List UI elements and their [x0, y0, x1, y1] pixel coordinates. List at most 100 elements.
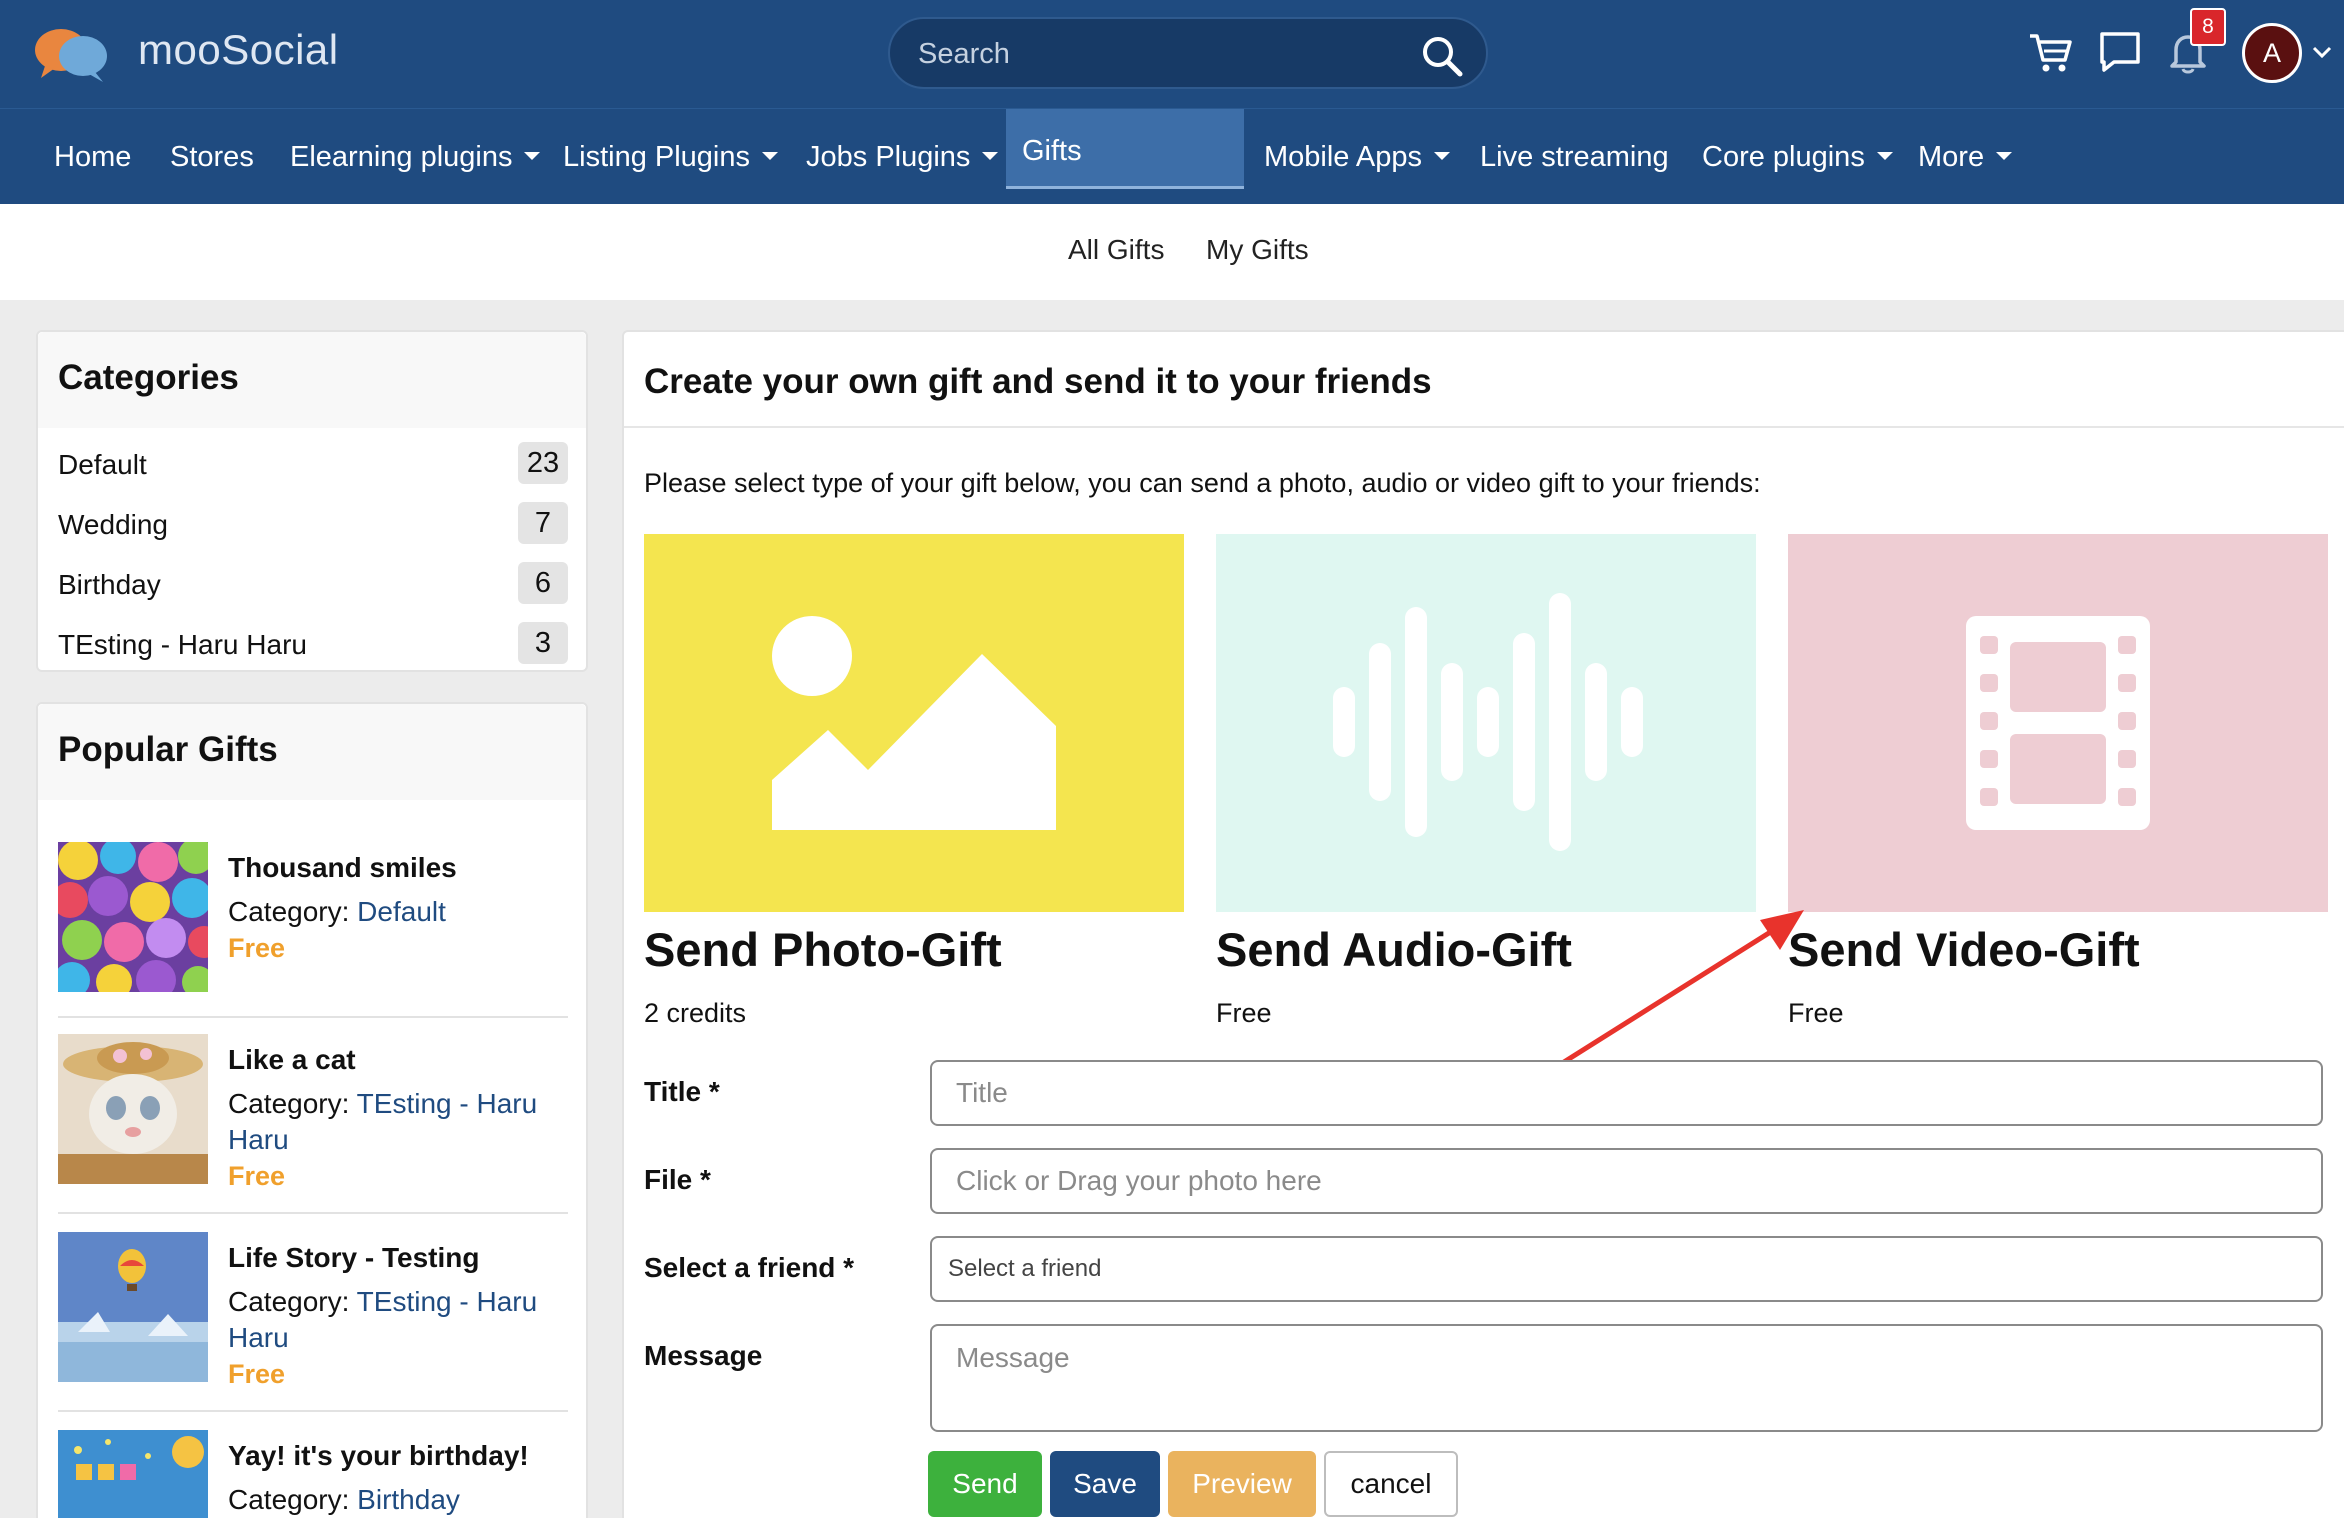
gift-category-link[interactable]: Birthday: [357, 1484, 460, 1515]
annotation-arrow-icon: [1561, 910, 1804, 1065]
page-title: Create your own gift and send it to your…: [644, 362, 1432, 401]
title-field[interactable]: [930, 1060, 2323, 1126]
gifts-subnav: All Gifts My Gifts: [0, 204, 2344, 300]
send-button[interactable]: Send: [928, 1451, 1042, 1517]
nav-item-live-streaming[interactable]: Live streaming: [1480, 109, 1669, 205]
nav-item-gifts[interactable]: Gifts: [1006, 109, 1244, 189]
caret-down-icon: [524, 152, 541, 161]
avatar[interactable]: A: [2242, 23, 2302, 83]
video-gift-title[interactable]: Send Video-Gift: [1788, 922, 2140, 977]
divider: [58, 1016, 568, 1018]
nav-item-core-plugins[interactable]: Core plugins: [1702, 109, 1893, 205]
gift-name[interactable]: Thousand smiles: [228, 852, 457, 884]
gift-category-label: Category:: [228, 1286, 357, 1317]
gift-name[interactable]: Yay! it's your birthday!: [228, 1440, 529, 1472]
message-label: Message: [644, 1340, 763, 1371]
gift-category: Category: TEsting - Haru Haru Free: [228, 1284, 568, 1392]
nav-item-stores[interactable]: Stores: [170, 109, 254, 205]
gift-name[interactable]: Life Story - Testing: [228, 1242, 480, 1274]
gift-list-item[interactable]: Thousand smiles Category: Default Free: [58, 842, 568, 992]
caret-down-icon: [1434, 152, 1450, 161]
gift-thumbnail[interactable]: [58, 1430, 208, 1518]
brand-name[interactable]: mooSocial: [138, 26, 339, 74]
gift-category-label: Category:: [228, 1484, 358, 1515]
nav-item-more[interactable]: More: [1918, 109, 2013, 205]
category-item[interactable]: Wedding 7: [58, 502, 568, 552]
cancel-button[interactable]: cancel: [1324, 1451, 1458, 1517]
file-label: File *: [644, 1164, 711, 1195]
gift-category: Category: Birthday: [228, 1482, 568, 1518]
category-item[interactable]: TEsting - Haru Haru 3: [58, 622, 568, 672]
category-count: 23: [518, 442, 568, 484]
nav-item-listing[interactable]: Listing Plugins: [563, 109, 778, 205]
message-field[interactable]: [930, 1324, 2323, 1432]
gift-category-link[interactable]: Default: [357, 896, 446, 927]
main-nav: Home Stores Elearning plugins Listing Pl…: [0, 108, 2344, 204]
caret-down-icon: [982, 152, 999, 161]
gift-name[interactable]: Like a cat: [228, 1044, 356, 1076]
gift-category: Category: Default Free: [228, 894, 568, 966]
nav-item-label: Jobs Plugins: [806, 141, 971, 173]
category-name[interactable]: Default: [58, 449, 147, 481]
gift-thumbnail[interactable]: [58, 842, 208, 992]
gift-list-item[interactable]: Yay! it's your birthday! Category: Birth…: [58, 1430, 568, 1518]
tab-my-gifts[interactable]: My Gifts: [1206, 234, 1309, 266]
popular-gifts-header: Popular Gifts: [38, 704, 586, 800]
nav-item-elearning[interactable]: Elearning plugins: [290, 109, 541, 205]
gift-type-instructions: Please select type of your gift below, y…: [644, 468, 1761, 498]
category-count: 7: [518, 502, 568, 544]
file-dropzone[interactable]: [930, 1148, 2323, 1214]
photo-gift-tile[interactable]: [644, 534, 1184, 912]
search-input[interactable]: [918, 33, 1398, 75]
nav-item-home[interactable]: Home: [54, 109, 131, 205]
gift-list-item[interactable]: Like a cat Category: TEsting - Haru Haru…: [58, 1034, 568, 1194]
gift-price: Free: [228, 1359, 286, 1389]
gift-thumbnail[interactable]: [58, 1034, 208, 1184]
divider: [58, 1212, 568, 1214]
nav-item-label: Live streaming: [1480, 141, 1669, 173]
preview-button[interactable]: Preview: [1168, 1451, 1316, 1517]
chat-icon[interactable]: [2094, 26, 2146, 78]
divider: [58, 1410, 568, 1412]
category-name[interactable]: TEsting - Haru Haru: [58, 629, 307, 661]
nav-item-label: Listing Plugins: [563, 141, 750, 173]
cart-icon[interactable]: [2024, 26, 2076, 78]
category-name[interactable]: Wedding: [58, 509, 168, 541]
create-gift-header: Create your own gift and send it to your…: [624, 332, 2344, 428]
category-item[interactable]: Birthday 6: [58, 562, 568, 612]
gift-thumbnail[interactable]: [58, 1232, 208, 1382]
audio-gift-tile[interactable]: [1216, 534, 1756, 912]
photo-icon: [772, 616, 1056, 830]
photo-gift-price: 2 credits: [644, 998, 747, 1028]
nav-item-label: Stores: [170, 141, 254, 173]
save-button[interactable]: Save: [1050, 1451, 1160, 1517]
gift-category: Category: TEsting - Haru Haru Free: [228, 1086, 568, 1194]
audio-gift-title[interactable]: Send Audio-Gift: [1216, 922, 1572, 977]
video-gift-tile[interactable]: [1788, 534, 2328, 912]
film-icon: [1966, 616, 2150, 830]
audio-gift-price: Free: [1216, 998, 1272, 1028]
select-friend-input[interactable]: Select a friend: [930, 1236, 2323, 1302]
create-gift-panel: Create your own gift and send it to your…: [622, 330, 2344, 1518]
photo-gift-title[interactable]: Send Photo-Gift: [644, 922, 1002, 977]
nav-item-label: Mobile Apps: [1264, 141, 1422, 173]
top-header: mooSocial 8 A: [0, 0, 2344, 108]
category-item[interactable]: Default 23: [58, 442, 568, 492]
chevron-down-icon[interactable]: [2310, 40, 2334, 64]
categories-header: Categories: [38, 332, 586, 428]
category-name[interactable]: Birthday: [58, 569, 161, 601]
category-count: 6: [518, 562, 568, 604]
nav-item-mobile-apps[interactable]: Mobile Apps: [1264, 109, 1450, 205]
categories-box: Categories Default 23 Wedding 7 Birthday…: [36, 330, 588, 672]
tab-all-gifts[interactable]: All Gifts: [1068, 234, 1164, 266]
notification-badge: 8: [2190, 8, 2226, 46]
search-icon[interactable]: [1420, 34, 1464, 78]
search-bar[interactable]: [888, 17, 1488, 89]
mooSocial-logo-icon[interactable]: [33, 24, 113, 84]
nav-item-label: Elearning plugins: [290, 141, 513, 173]
nav-item-label: Core plugins: [1702, 141, 1865, 173]
audio-waveform-icon: [1333, 593, 1643, 851]
nav-item-jobs[interactable]: Jobs Plugins: [806, 109, 999, 205]
gift-list-item[interactable]: Life Story - Testing Category: TEsting -…: [58, 1232, 568, 1392]
caret-down-icon: [762, 152, 778, 161]
